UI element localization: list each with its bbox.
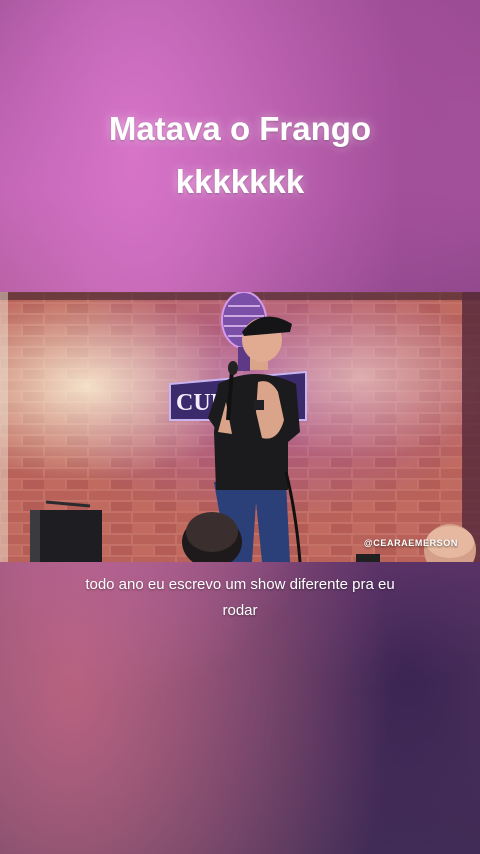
top-caption: Matava o Frango kkkkkkk	[0, 102, 480, 208]
subtitle-line2: rodar	[222, 602, 258, 619]
top-caption-line1: Matava o Frango	[108, 110, 372, 147]
top-caption-line2: kkkkkkk	[175, 163, 305, 200]
subtitle-line1: todo ano eu escrevo um show diferente pr…	[85, 576, 395, 593]
video-subtitle: todo ano eu escrevo um show diferente pr…	[30, 572, 450, 624]
creator-watermark: @CEARAEMERSON	[363, 538, 458, 548]
video-frame: CUR	[0, 292, 480, 562]
equipment	[30, 500, 102, 562]
video-player[interactable]: CUR @CEARAEMERSON	[0, 292, 480, 562]
